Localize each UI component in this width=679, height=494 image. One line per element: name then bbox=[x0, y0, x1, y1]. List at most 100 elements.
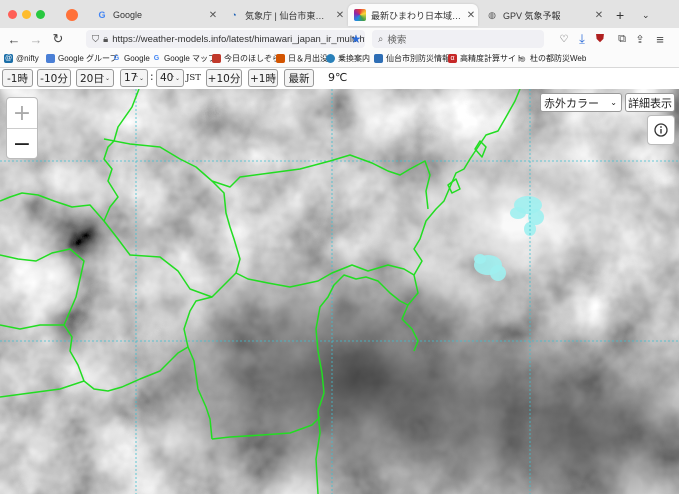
close-tab-icon[interactable]: ✕ bbox=[333, 10, 347, 21]
bookmark-label: 杜の都防災Web bbox=[530, 54, 587, 63]
bookmark-google-maps[interactable]: G Google マップ bbox=[152, 52, 216, 65]
plus-10-min-button[interactable]: +10分 bbox=[206, 69, 242, 87]
timezone-label: JST bbox=[186, 73, 201, 83]
bookmark-hoshizora[interactable]: 今日のほしぞら bbox=[212, 52, 280, 65]
cold-cloud-blob bbox=[490, 265, 506, 281]
maximize-window-button[interactable] bbox=[36, 10, 45, 19]
shield-icon[interactable]: ⛉ bbox=[92, 34, 99, 45]
firefox-icon bbox=[66, 9, 78, 21]
bookmark-sendai-disaster[interactable]: 仙台市別防災情報 bbox=[374, 52, 450, 65]
color-mode-select[interactable]: 赤外カラー ⌄ bbox=[540, 93, 622, 112]
bookmark-label: 高精度計算サイト bbox=[460, 54, 524, 63]
cold-cloud-blob bbox=[510, 207, 526, 219]
detail-view-button[interactable]: 詳細表示 bbox=[625, 93, 675, 112]
northeast-highlight bbox=[0, 89, 679, 494]
extensions-icon[interactable]: ⧉ bbox=[614, 31, 630, 47]
menu-icon[interactable]: ≡ bbox=[652, 31, 668, 47]
share-icon[interactable]: ⇪ bbox=[632, 31, 648, 47]
close-window-button[interactable] bbox=[8, 10, 17, 19]
bookmark-morinomiyako[interactable]: ◍ 杜の都防災Web bbox=[518, 52, 586, 65]
weather-models-icon bbox=[354, 9, 366, 21]
tab-label: Google bbox=[113, 10, 143, 20]
chevron-down-icon: ⌄ bbox=[610, 98, 617, 107]
forward-button[interactable]: → bbox=[28, 31, 44, 47]
infrared-satellite-image bbox=[0, 89, 679, 494]
weather-agency-icon: ◔ bbox=[231, 10, 237, 20]
chevron-down-icon: ⌃⌄ bbox=[99, 74, 110, 82]
pocket-icon[interactable]: ♡ bbox=[556, 31, 572, 47]
minimize-window-button[interactable] bbox=[22, 10, 31, 19]
search-box[interactable]: ⌕ 検索 bbox=[372, 30, 544, 48]
star-map-icon bbox=[212, 54, 221, 63]
google-icon: G bbox=[98, 10, 106, 20]
bookmark-transit[interactable]: 乗換案内 bbox=[326, 52, 370, 65]
zoom-out-button[interactable]: − bbox=[7, 129, 37, 159]
tab-weather-agency[interactable]: ◔ 気象庁 | 仙台市東部の防災情報 ✕ bbox=[222, 4, 347, 26]
satellite-map[interactable]: + − 赤外カラー ⌄ 詳細表示 bbox=[0, 89, 679, 494]
google-groups-icon bbox=[46, 54, 55, 63]
city-icon bbox=[374, 54, 383, 63]
tab-firefox-pinned[interactable] bbox=[60, 4, 86, 26]
plus-1-hour-button[interactable]: +1時 bbox=[248, 69, 278, 87]
ublock-icon[interactable]: ⛊ bbox=[592, 31, 608, 47]
color-mode-value: 赤外カラー bbox=[544, 96, 599, 110]
url-text: https://weather-models.info/latest/himaw… bbox=[112, 33, 365, 45]
latest-button[interactable]: 最新 bbox=[284, 69, 314, 87]
bookmark-label: Google マップ bbox=[164, 54, 217, 63]
time-separator: : bbox=[150, 71, 154, 83]
zoom-in-button[interactable]: + bbox=[7, 98, 37, 129]
bookmark-label: 今日のほしぞら bbox=[224, 54, 280, 63]
bookmark-google-groups[interactable]: Google グループ bbox=[46, 52, 118, 65]
bookmark-keisan[interactable]: α 高精度計算サイト bbox=[448, 52, 524, 65]
close-tab-icon[interactable]: ✕ bbox=[206, 10, 220, 21]
google-icon: G bbox=[153, 55, 160, 62]
chevron-down-icon: ⌃⌄ bbox=[133, 74, 144, 82]
bookmark-label: Google グループ bbox=[58, 54, 118, 63]
globe-icon: ◍ bbox=[519, 55, 526, 63]
reload-button[interactable]: ↻ bbox=[50, 31, 66, 47]
cold-cloud-blob bbox=[474, 254, 486, 264]
bookmark-google[interactable]: G Google bbox=[112, 52, 150, 65]
search-icon: ⌕ bbox=[378, 33, 384, 45]
bookmark-label: @nifty bbox=[16, 54, 39, 63]
chevron-down-icon: ⌃⌄ bbox=[169, 74, 180, 82]
info-button[interactable] bbox=[647, 115, 675, 145]
google-icon: G bbox=[113, 55, 120, 62]
tab-label: GPV 気象予報 bbox=[503, 10, 561, 21]
address-bar[interactable]: ⛉ 🔒︎ https://weather-models.info/latest/… bbox=[86, 30, 365, 48]
tab-himawari[interactable]: 最新ひまわり日本域赤外 - Weath ✕ bbox=[348, 4, 478, 26]
new-tab-button[interactable]: + bbox=[610, 4, 628, 26]
lock-icon[interactable]: 🔒︎ bbox=[103, 34, 108, 45]
bookmark-label: 乗換案内 bbox=[338, 54, 370, 63]
bookmark-sun-moon[interactable]: 日＆月出没 bbox=[276, 52, 328, 65]
bookmark-label: Google bbox=[124, 54, 150, 63]
time-controls: -1時 -10分 20日 ⌃⌄ 17 ⌃⌄ : 40 ⌃⌄ JST +10分 +1時 … bbox=[0, 68, 679, 89]
navigation-bar: ← → ↻ ⛉ 🔒︎ https://weather-models.info/l… bbox=[0, 28, 679, 50]
minute-select[interactable]: 40 ⌃⌄ bbox=[156, 69, 184, 87]
tab-list-button[interactable]: ⌄ bbox=[636, 4, 654, 26]
browser-tab-bar: G Google ✕ ◔ 気象庁 | 仙台市東部の防災情報 ✕ 最新ひまわり日本… bbox=[0, 0, 679, 28]
tab-google[interactable]: G Google ✕ bbox=[90, 4, 220, 26]
bookmark-label: 日＆月出没 bbox=[288, 54, 328, 63]
minus-1-hour-button[interactable]: -1時 bbox=[2, 69, 33, 87]
close-tab-icon[interactable]: ✕ bbox=[464, 10, 478, 21]
search-placeholder: 検索 bbox=[387, 35, 407, 46]
transit-icon bbox=[326, 54, 335, 63]
bookmark-star-icon[interactable]: ★ bbox=[348, 31, 364, 47]
download-icon[interactable]: ⤓ bbox=[574, 31, 590, 47]
bookmark-nifty[interactable]: @ @nifty bbox=[4, 52, 39, 65]
bookmarks-toolbar: @ @nifty Google グループ G Google G Google マ… bbox=[0, 50, 679, 68]
nifty-icon: @ bbox=[4, 54, 13, 63]
back-button[interactable]: ← bbox=[6, 31, 22, 47]
tab-gpv[interactable]: ◍ GPV 気象予報 ✕ bbox=[480, 4, 606, 26]
zoom-control: + − bbox=[6, 97, 38, 159]
close-tab-icon[interactable]: ✕ bbox=[592, 10, 606, 21]
sun-moon-icon bbox=[276, 54, 285, 63]
tab-label: 気象庁 | 仙台市東部の防災情報 bbox=[245, 10, 333, 21]
keisan-icon: α bbox=[448, 54, 457, 63]
minus-10-min-button[interactable]: -10分 bbox=[37, 69, 71, 87]
temperature-readout: 9℃ bbox=[328, 71, 348, 84]
tab-label: 最新ひまわり日本域赤外 - Weath bbox=[371, 10, 464, 21]
hour-select[interactable]: 17 ⌃⌄ bbox=[120, 69, 148, 87]
day-select[interactable]: 20日 ⌃⌄ bbox=[76, 69, 114, 87]
